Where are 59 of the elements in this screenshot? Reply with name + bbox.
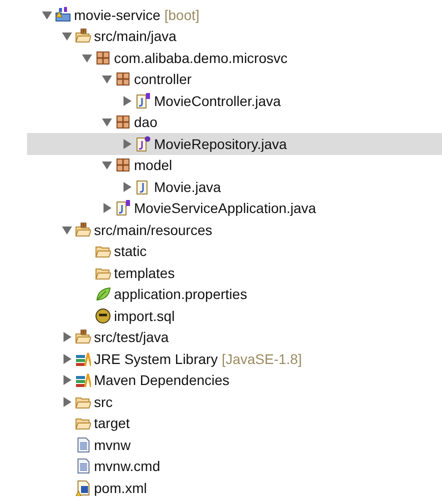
tree-item-label[interactable]: MovieController.java xyxy=(154,92,281,109)
java-file-icon xyxy=(135,92,151,109)
collapse-arrow-icon[interactable] xyxy=(42,10,52,20)
selected-row[interactable]: MovieRepository.java xyxy=(27,133,442,154)
tree-item-label[interactable]: src/main/resources xyxy=(94,222,212,238)
text-file-icon xyxy=(75,458,91,474)
tree-item-label[interactable]: src xyxy=(94,394,113,410)
tree-item-label[interactable]: import.sql xyxy=(114,308,175,324)
source-folder-icon xyxy=(75,329,91,346)
sql-file-icon xyxy=(95,308,111,324)
tree-item-label[interactable]: model xyxy=(134,157,172,174)
tree-item-label[interactable]: mvnw xyxy=(94,436,131,453)
tree-item-label[interactable]: movie-service xyxy=(74,6,160,23)
tree-item-label[interactable]: controller xyxy=(134,71,192,88)
tree-item-label[interactable]: Movie.java xyxy=(154,178,221,195)
tree-item-label[interactable]: src/test/java xyxy=(94,329,169,346)
package-icon xyxy=(95,50,111,66)
tree-item-label[interactable]: target xyxy=(94,415,130,432)
package-icon xyxy=(115,157,131,174)
tree-item-label[interactable]: com.alibaba.demo.microsvc xyxy=(114,50,288,66)
library-icon xyxy=(75,350,91,367)
tree-item-label[interactable]: application.properties xyxy=(114,286,248,302)
expand-arrow-icon[interactable] xyxy=(62,354,72,364)
pom-file-icon xyxy=(75,480,91,496)
source-folder-icon xyxy=(75,222,91,238)
tree-item-label[interactable]: src/main/java xyxy=(94,28,176,44)
java-file-icon xyxy=(135,136,151,152)
tree-item-label[interactable]: mvnw.cmd xyxy=(94,458,160,474)
leaf-icon xyxy=(95,286,111,302)
text-file-icon xyxy=(75,436,91,453)
tree-item-label[interactable]: templates xyxy=(114,264,175,281)
collapse-arrow-icon[interactable] xyxy=(62,224,72,235)
tree-item-label[interactable]: Maven Dependencies xyxy=(94,372,230,388)
tree-item-label[interactable]: MovieRepository.java xyxy=(154,136,287,152)
source-folder-icon xyxy=(75,28,91,44)
collapse-arrow-icon[interactable] xyxy=(102,160,112,170)
label-decoration: [boot] xyxy=(164,6,200,23)
java-file-icon xyxy=(115,200,131,216)
expand-arrow-icon[interactable] xyxy=(122,96,132,106)
tree-item-label[interactable]: MovieServiceApplication.java xyxy=(134,200,316,216)
library-icon xyxy=(75,372,91,388)
expand-arrow-icon[interactable] xyxy=(122,182,132,192)
expand-arrow-icon[interactable] xyxy=(102,203,112,214)
expand-arrow-icon[interactable] xyxy=(122,138,132,149)
tree-item-label[interactable]: static xyxy=(114,243,147,260)
tree-item-label[interactable]: pom.xml xyxy=(94,480,147,496)
tree-item-label[interactable]: JRE System Library xyxy=(94,350,218,367)
expand-arrow-icon[interactable] xyxy=(62,396,72,407)
package-icon xyxy=(115,71,131,88)
expand-arrow-icon[interactable] xyxy=(62,332,72,342)
collapse-arrow-icon[interactable] xyxy=(82,52,92,63)
collapse-arrow-icon[interactable] xyxy=(102,117,112,128)
package-icon xyxy=(115,114,131,130)
collapse-arrow-icon[interactable] xyxy=(62,31,72,42)
expand-arrow-icon[interactable] xyxy=(62,375,72,386)
collapse-arrow-icon[interactable] xyxy=(102,74,112,84)
label-decoration: [JavaSE-1.8] xyxy=(222,350,302,367)
tree-item-label[interactable]: dao xyxy=(134,114,158,130)
project-icon xyxy=(55,6,71,23)
